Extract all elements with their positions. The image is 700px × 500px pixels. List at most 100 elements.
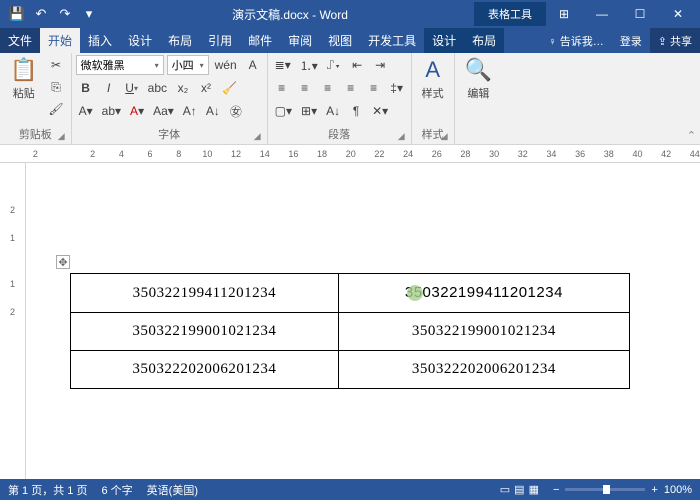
align-center-icon[interactable]: ≡ [295, 78, 315, 98]
table-cell[interactable]: 350322202006201234 [71, 351, 339, 389]
ribbon-tabs: 文件 开始 插入 设计 布局 引用 邮件 审阅 视图 开发工具 设计 布局 ♀ … [0, 28, 700, 53]
char-shading-icon[interactable]: Aa▾ [150, 101, 177, 121]
show-marks-icon[interactable]: ¶ [346, 101, 366, 121]
font-color-icon[interactable]: A▾ [127, 101, 147, 121]
save-icon[interactable]: 💾 [6, 3, 28, 25]
zoom-in-button[interactable]: + [651, 484, 657, 496]
status-bar: 第 1 页，共 1 页 6 个字 英语(美国) ▭ ▤ ▦ − + 100% [0, 479, 700, 500]
char-border-icon[interactable]: A [243, 55, 263, 75]
phonetic-guide-icon[interactable]: wén [212, 55, 240, 75]
zoom-slider[interactable] [565, 488, 645, 491]
print-layout-icon[interactable]: ▤ [514, 483, 524, 496]
undo-icon[interactable]: ↶ [30, 3, 52, 25]
sort-icon[interactable]: A↓ [323, 101, 343, 121]
redo-icon[interactable]: ↷ [54, 3, 76, 25]
window-controls: ⊞ — ☐ ✕ [546, 4, 700, 24]
paste-button[interactable]: 📋 粘贴 [4, 55, 43, 103]
tab-table-layout[interactable]: 布局 [464, 28, 504, 53]
multilevel-icon[interactable]: ⑀▾ [324, 55, 344, 75]
dialog-launcher-icon[interactable]: ◢ [441, 131, 448, 142]
italic-button[interactable]: I [99, 78, 119, 98]
align-left-icon[interactable]: ≡ [272, 78, 292, 98]
paste-icon: 📋 [10, 57, 37, 83]
strikethrough-button[interactable]: abc [145, 78, 170, 98]
tab-review[interactable]: 审阅 [280, 28, 320, 53]
table-cell[interactable]: 350322199411201234 [71, 274, 339, 313]
enclosed-char-icon[interactable]: ㊛ [226, 101, 246, 121]
superscript-button[interactable]: x² [196, 78, 216, 98]
group-editing: 🔍 编辑 [455, 53, 502, 144]
share-button[interactable]: ⇪ 共享 [650, 28, 700, 53]
editing-button[interactable]: 🔍 编辑 [459, 55, 498, 103]
login-button[interactable]: 登录 [612, 28, 650, 53]
document-canvas[interactable]: ✥ 350322199411201234 350322199411201234 … [26, 163, 700, 479]
document-table[interactable]: 350322199411201234 350322199411201234 35… [70, 273, 630, 389]
text-effects-icon[interactable]: A▾ [76, 101, 96, 121]
qat-more-icon[interactable]: ▾ [78, 3, 100, 25]
tab-insert[interactable]: 插入 [80, 28, 120, 53]
align-right-icon[interactable]: ≡ [318, 78, 338, 98]
asian-layout-icon[interactable]: ✕▾ [369, 101, 391, 121]
increase-indent-icon[interactable]: ⇥ [370, 55, 390, 75]
table-row: 350322199411201234 350322199411201234 [71, 274, 630, 313]
line-spacing-icon[interactable]: ‡▾ [387, 78, 407, 98]
distribute-icon[interactable]: ≡ [364, 78, 384, 98]
font-size-combo[interactable]: 小四▾ [167, 55, 209, 75]
font-name-combo[interactable]: 微软雅黑▾ [76, 55, 164, 75]
tab-table-design[interactable]: 设计 [424, 28, 464, 53]
ruler-vertical[interactable]: 2 11 2 [0, 163, 26, 479]
shrink-font-icon[interactable]: A↓ [203, 101, 223, 121]
tab-mailings[interactable]: 邮件 [240, 28, 280, 53]
dialog-launcher-icon[interactable]: ◢ [58, 131, 65, 142]
zoom-out-button[interactable]: − [553, 484, 559, 496]
title-bar: 💾 ↶ ↷ ▾ 演示文稿.docx - Word 表格工具 ⊞ — ☐ ✕ [0, 0, 700, 28]
status-page[interactable]: 第 1 页，共 1 页 [8, 482, 87, 498]
table-cell[interactable]: 350322202006201234 [338, 351, 629, 389]
bullets-icon[interactable]: ≣▾ [272, 55, 294, 75]
grow-font-icon[interactable]: A↑ [180, 101, 200, 121]
ruler-horizontal[interactable]: 2 24 68 1012 1416 1820 2224 2628 3032 34… [0, 145, 700, 163]
numbering-icon[interactable]: ⒈▾ [297, 55, 321, 75]
subscript-button[interactable]: x₂ [173, 78, 193, 98]
tell-me[interactable]: ♀ 告诉我… [540, 28, 611, 53]
tab-design[interactable]: 设计 [120, 28, 160, 53]
web-layout-icon[interactable]: ▦ [529, 483, 539, 496]
collapse-ribbon-icon[interactable]: ⌃ [687, 129, 696, 142]
table-cell[interactable]: 350322199001021234 [338, 313, 629, 351]
tab-layout[interactable]: 布局 [160, 28, 200, 53]
decrease-indent-icon[interactable]: ⇤ [347, 55, 367, 75]
table-cell[interactable]: 350322199001021234 [71, 313, 339, 351]
zoom-percent[interactable]: 100% [664, 484, 692, 496]
styles-button[interactable]: A 样式 [416, 55, 450, 103]
underline-button[interactable]: U ▾ [122, 78, 142, 98]
read-mode-icon[interactable]: ▭ [500, 483, 510, 496]
minimize-icon[interactable]: — [584, 4, 620, 24]
maximize-icon[interactable]: ☐ [622, 4, 658, 24]
bold-button[interactable]: B [76, 78, 96, 98]
dialog-launcher-icon[interactable]: ◢ [398, 131, 405, 142]
table-cell[interactable]: 350322199411201234 [338, 274, 629, 313]
status-word-count[interactable]: 6 个字 [101, 482, 132, 498]
table-move-handle-icon[interactable]: ✥ [56, 255, 70, 269]
copy-icon[interactable]: ⎘ [45, 77, 66, 97]
tab-references[interactable]: 引用 [200, 28, 240, 53]
paste-label: 粘贴 [13, 85, 35, 101]
borders-icon[interactable]: ⊞▾ [298, 101, 320, 121]
quick-access-toolbar: 💾 ↶ ↷ ▾ [0, 3, 106, 25]
ribbon-options-icon[interactable]: ⊞ [546, 4, 582, 24]
tab-home[interactable]: 开始 [40, 28, 80, 53]
status-language[interactable]: 英语(美国) [147, 482, 198, 498]
tab-developer[interactable]: 开发工具 [360, 28, 424, 53]
clear-format-icon[interactable]: 🧹 [219, 78, 240, 98]
close-icon[interactable]: ✕ [660, 4, 696, 24]
shading-icon[interactable]: ▢▾ [272, 101, 295, 121]
group-label-styles: 样式◢ [416, 124, 450, 144]
editing-label: 编辑 [467, 85, 489, 101]
tab-view[interactable]: 视图 [320, 28, 360, 53]
justify-icon[interactable]: ≡ [341, 78, 361, 98]
highlight-icon[interactable]: ab▾ [99, 101, 124, 121]
tab-file[interactable]: 文件 [0, 28, 40, 53]
format-painter-icon[interactable]: 🖌 [45, 99, 66, 119]
cut-icon[interactable]: ✂ [45, 55, 66, 75]
dialog-launcher-icon[interactable]: ◢ [254, 131, 261, 142]
